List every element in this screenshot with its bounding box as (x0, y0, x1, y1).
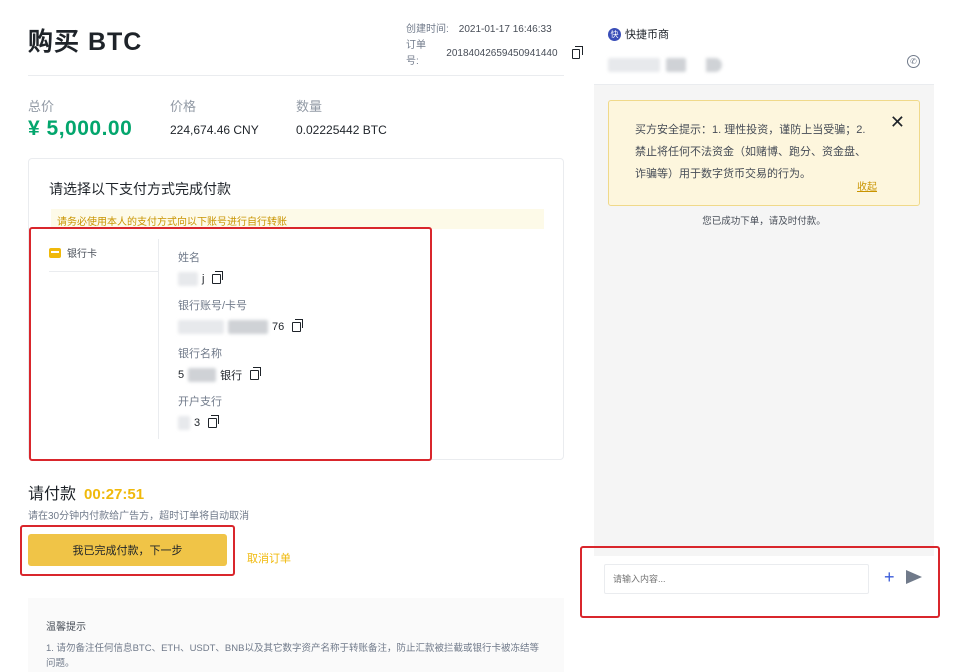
price-value: 224,674.46 CNY (170, 123, 259, 137)
cancel-order-link[interactable]: 取消订单 (247, 550, 291, 566)
collapse-link[interactable]: 收起 (857, 181, 877, 195)
order-meta: 创建时间: 2021-01-17 16:46:33 订单号: 201840426… (406, 22, 584, 70)
system-message: 您已成功下单，请及时付款。 (702, 216, 826, 227)
copy-icon[interactable] (571, 46, 584, 59)
page-title: 购买 BTC (28, 28, 143, 56)
payment-warning: 请务必使用本人的支付方式向以下账号进行自行转账 (51, 209, 544, 229)
qty-summary: 数量 0.02225442 BTC (296, 96, 387, 137)
redacted-text (706, 58, 722, 72)
order-no-value: 20184042659450941440 (446, 48, 558, 59)
merchant-name: 快捷币商 (625, 29, 669, 41)
created-value: 2021-01-17 16:46:33 (458, 24, 552, 35)
safety-text: 买方安全提示：1. 理性投资，谨防上当受骗；2.禁止将任何不法资金（如赌博、跑分… (635, 124, 866, 180)
pay-label: 请付款 (28, 486, 77, 503)
total-value: ¥ 5,000.00 (28, 117, 133, 140)
payment-heading: 请选择以下支付方式完成付款 (49, 181, 231, 197)
chat-header: 快 快捷币商 ✆ (594, 10, 934, 85)
redacted-text (666, 58, 686, 72)
pay-tip: 请在30分钟内付款给广告方，超时订单将自动取消 (28, 511, 250, 522)
highlight-frame (20, 525, 235, 576)
chat-panel: 快 快捷币商 ✆ 买方安全提示：1. 理性投资，谨防上当受骗；2.禁止将任何不法… (594, 10, 934, 600)
avatar: 快 (608, 27, 621, 41)
countdown-timer: 00:27:51 (84, 486, 145, 503)
pay-countdown: 请付款 00:27:51 (28, 480, 144, 504)
phone-icon[interactable]: ✆ (907, 55, 920, 68)
tips-body: 1. 请勿备注任何信息BTC、ETH、USDT、BNB以及其它数字资产名称于转账… (46, 643, 539, 669)
price-summary: 价格 224,674.46 CNY (170, 96, 259, 137)
qty-value: 0.02225442 BTC (296, 123, 387, 137)
highlight-frame (29, 227, 432, 461)
close-icon[interactable]: ✕ (890, 113, 905, 131)
total-label: 总价 (28, 99, 55, 114)
order-panel: 购买 BTC 创建时间: 2021-01-17 16:46:33 订单号: 20… (0, 0, 584, 672)
highlight-frame (580, 546, 940, 618)
created-label: 创建时间: (406, 24, 449, 35)
qty-label: 数量 (296, 99, 323, 114)
merchant-info[interactable]: 快 快捷币商 (608, 26, 669, 42)
price-label: 价格 (170, 99, 197, 114)
tips-panel: 温馨提示 1. 请勿备注任何信息BTC、ETH、USDT、BNB以及其它数字资产… (28, 598, 564, 672)
redacted-text (608, 58, 660, 72)
safety-notice: 买方安全提示：1. 理性投资，谨防上当受骗；2.禁止将任何不法资金（如赌博、跑分… (608, 100, 920, 206)
total-summary: 总价 ¥ 5,000.00 (28, 96, 132, 141)
order-no-label: 订单号: (406, 40, 426, 67)
tips-title: 温馨提示 (46, 622, 86, 633)
divider (28, 75, 564, 76)
